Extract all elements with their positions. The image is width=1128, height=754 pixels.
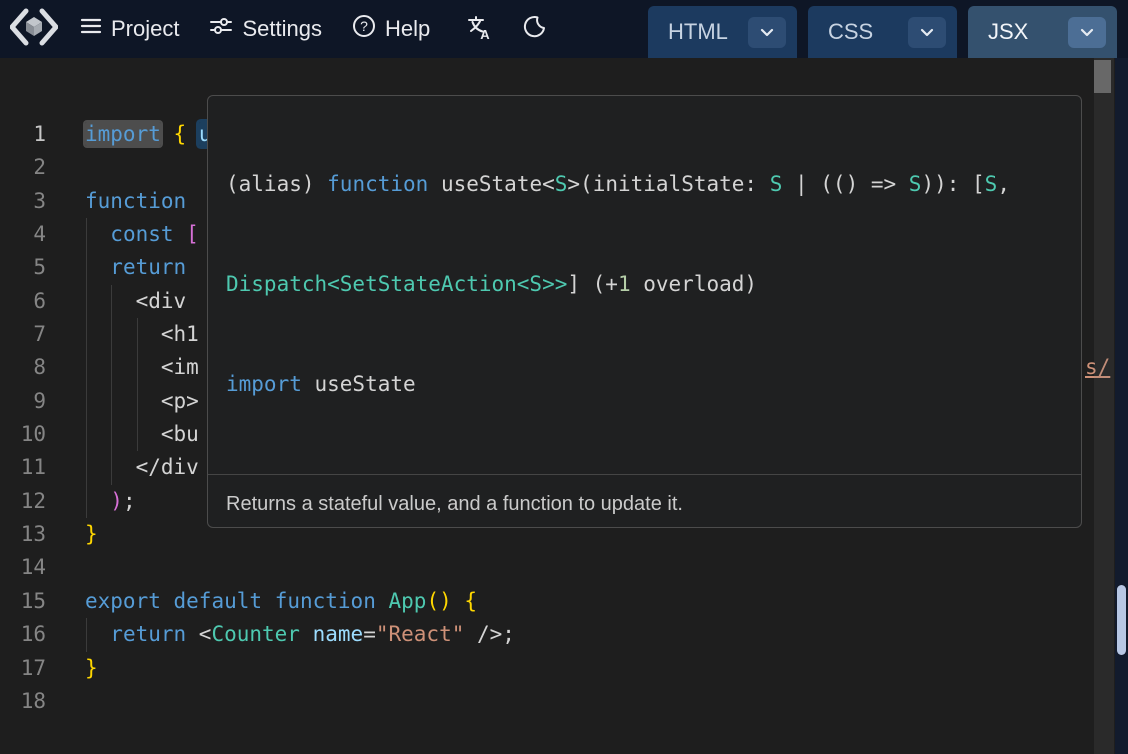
line-number: 7 xyxy=(0,318,46,351)
tab-html[interactable]: HTML xyxy=(648,6,797,58)
page-scrollbar-thumb[interactable] xyxy=(1117,585,1126,655)
translate-icon: A xyxy=(466,14,492,45)
signature-block: (alias) function useState<S>(initialStat… xyxy=(226,96,1065,468)
tab-label: HTML xyxy=(668,19,728,45)
import-line: import useState xyxy=(226,368,1065,401)
signature-line: Dispatch<SetStateAction<S>>] (+1 overloa… xyxy=(226,268,1065,301)
line-number: 4 xyxy=(0,218,46,251)
menu-item-label: Settings xyxy=(242,16,322,42)
line-number: 1 xyxy=(0,118,46,151)
tab-jsx[interactable]: JSX xyxy=(968,6,1117,58)
top-bar: Project Settings ? Help A xyxy=(0,0,1128,58)
tab-css-menu-button[interactable] xyxy=(908,17,946,48)
chevron-down-icon xyxy=(920,25,934,40)
line-number: 11 xyxy=(0,451,46,484)
line-number: 14 xyxy=(0,551,46,584)
line-number: 10 xyxy=(0,418,46,451)
menu-item-label: Help xyxy=(385,16,430,42)
line-number-gutter: 123456789101112131415161718 xyxy=(0,118,46,718)
panel-tabs: HTML CSS JSX xyxy=(648,6,1117,58)
svg-text:A: A xyxy=(481,27,491,40)
chevron-down-icon xyxy=(1080,25,1094,40)
line-number: 17 xyxy=(0,652,46,685)
tab-label: CSS xyxy=(828,19,873,45)
app-logo[interactable] xyxy=(10,7,58,51)
code-brackets-cube-icon xyxy=(10,5,58,54)
menu-item-help[interactable]: ? Help xyxy=(352,14,430,44)
line-number: 12 xyxy=(0,485,46,518)
hover-tooltip: (alias) function useState<S>(initialStat… xyxy=(207,95,1082,528)
menu-item-label: Project xyxy=(111,16,179,42)
code-line[interactable]: } xyxy=(85,652,515,685)
page-scrollbar[interactable] xyxy=(1115,58,1128,754)
svg-text:?: ? xyxy=(360,18,368,34)
line-number: 2 xyxy=(0,151,46,184)
line-number: 16 xyxy=(0,618,46,651)
menu-icon xyxy=(80,15,102,43)
code-line[interactable] xyxy=(85,685,515,718)
translate-button[interactable]: A xyxy=(466,14,492,45)
moon-icon xyxy=(522,14,547,44)
code-line[interactable]: return <Counter name="React" />; xyxy=(85,618,515,651)
tab-html-menu-button[interactable] xyxy=(748,17,786,48)
tab-label: JSX xyxy=(988,19,1028,45)
line-number: 6 xyxy=(0,285,46,318)
line-number: 3 xyxy=(0,185,46,218)
tab-jsx-menu-button[interactable] xyxy=(1068,17,1106,48)
line-number: 18 xyxy=(0,685,46,718)
menu-item-settings[interactable]: Settings xyxy=(209,14,322,44)
tab-css[interactable]: CSS xyxy=(808,6,957,58)
editor-scrollbar[interactable] xyxy=(1094,58,1114,754)
help-icon: ? xyxy=(352,14,376,44)
hover-description: Returns a stateful value, and a function… xyxy=(226,492,1065,516)
signature-line: (alias) function useState<S>(initialStat… xyxy=(226,168,1065,201)
line-number: 13 xyxy=(0,518,46,551)
line-number: 9 xyxy=(0,385,46,418)
line-number: 15 xyxy=(0,585,46,618)
sliders-icon xyxy=(209,14,233,44)
line-number: 5 xyxy=(0,251,46,284)
line-number: 8 xyxy=(0,351,46,384)
chevron-down-icon xyxy=(760,25,774,40)
menu-item-project[interactable]: Project xyxy=(80,15,179,43)
theme-toggle-button[interactable] xyxy=(522,14,547,44)
code-line[interactable]: export default function App() { xyxy=(85,585,515,618)
tooltip-divider xyxy=(208,474,1081,475)
editor-scrollbar-thumb[interactable] xyxy=(1094,60,1111,93)
code-line[interactable] xyxy=(85,551,515,584)
